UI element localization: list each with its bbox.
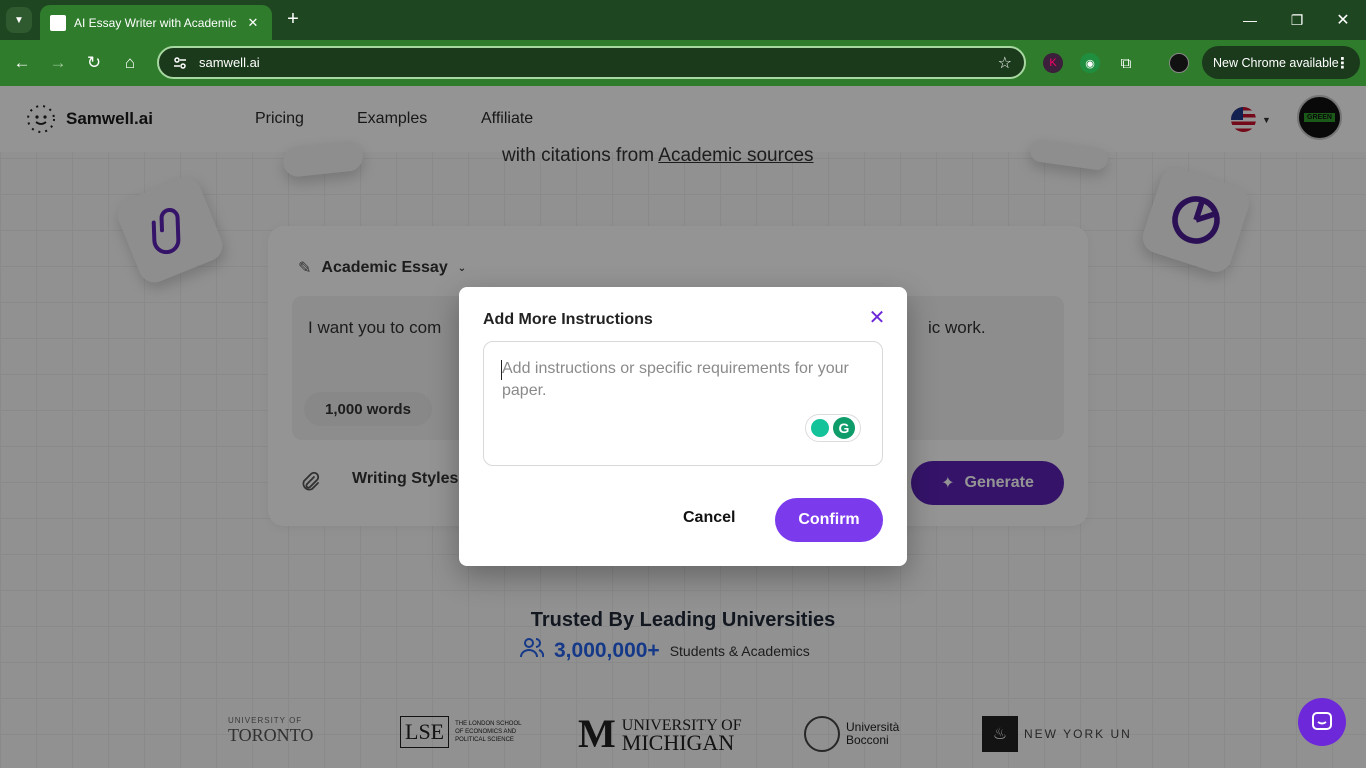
tab-title: AI Essay Writer with Academic C	[74, 15, 238, 30]
more-menu-icon[interactable]: ⋮	[1335, 54, 1350, 72]
minimize-icon[interactable]: —	[1238, 8, 1262, 32]
text-caret	[501, 360, 502, 380]
url-text: samwell.ai	[199, 55, 260, 70]
grammarly-icon: G	[833, 417, 855, 439]
browser-tab-strip: ▼ AI Essay Writer with Academic C ✕ + — …	[0, 0, 1366, 40]
confirm-button[interactable]: Confirm	[775, 498, 883, 542]
address-bar[interactable]: samwell.ai ☆	[157, 46, 1026, 79]
modal-title: Add More Instructions	[483, 311, 653, 328]
cancel-button[interactable]: Cancel	[683, 509, 735, 527]
chat-icon	[1312, 712, 1332, 730]
home-icon[interactable]: ⌂	[118, 51, 142, 75]
back-icon[interactable]: ←	[10, 51, 34, 75]
extension-green-icon[interactable]: ◉	[1080, 53, 1100, 73]
add-instructions-modal: Add More Instructions ✕ G Cancel Confirm	[459, 287, 907, 566]
lightbulb-icon	[811, 419, 829, 437]
tab-search-button[interactable]: ▼	[6, 7, 32, 33]
new-tab-button[interactable]: +	[282, 8, 304, 30]
site-info-icon[interactable]	[171, 54, 189, 72]
profile-avatar-icon[interactable]	[1169, 53, 1189, 73]
browser-toolbar: ← → ↻ ⌂ samwell.ai ☆ K ◉ ⧉ New Chrome av…	[0, 40, 1366, 86]
site-favicon-icon	[50, 14, 66, 31]
grammarly-widget[interactable]: G	[805, 414, 861, 442]
close-icon[interactable]: ✕	[244, 14, 262, 32]
window-close-icon[interactable]: ✕	[1331, 8, 1355, 32]
reload-icon[interactable]: ↻	[82, 51, 106, 75]
restore-icon[interactable]: ❐	[1285, 8, 1309, 32]
chrome-update-label: New Chrome available	[1213, 55, 1339, 70]
bookmark-star-icon[interactable]: ☆	[998, 53, 1012, 73]
forward-icon[interactable]: →	[46, 51, 70, 75]
close-icon[interactable]: ✕	[867, 307, 887, 329]
extensions-puzzle-icon[interactable]: ⧉	[1116, 53, 1136, 73]
chrome-update-button[interactable]: New Chrome available ⋮	[1202, 46, 1360, 79]
extension-k-icon[interactable]: K	[1043, 53, 1063, 73]
chat-widget-button[interactable]	[1298, 698, 1346, 746]
chevron-down-icon: ▼	[14, 14, 24, 26]
browser-tab[interactable]: AI Essay Writer with Academic C ✕	[40, 5, 272, 40]
instructions-textarea[interactable]	[483, 341, 883, 466]
